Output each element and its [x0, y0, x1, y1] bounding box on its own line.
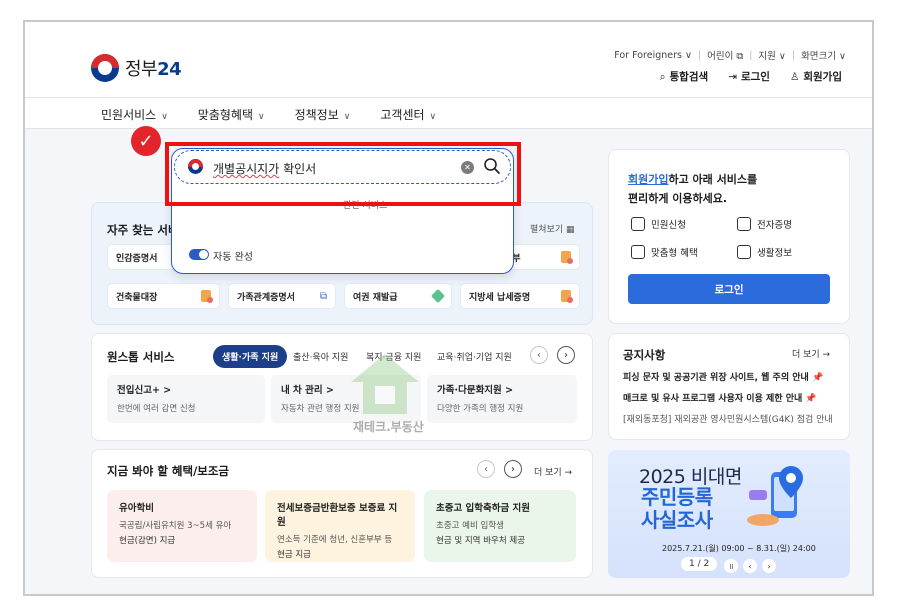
login-icon: ⇥ [728, 71, 737, 83]
notice-more-link[interactable]: 더 보기 → [792, 347, 830, 360]
login-button[interactable]: 로그인 [628, 274, 830, 304]
prev-arrow-icon[interactable]: ‹ [743, 559, 757, 573]
document-icon [561, 290, 573, 303]
benefit-kindergarten[interactable]: 유아학비 국공립/사립유치원 3~5세 유아 현금(감면) 지급 [107, 490, 257, 562]
util-foreigners[interactable]: For Foreigners ∨ [614, 50, 692, 61]
quick-e-certificate[interactable]: 전자증명 [737, 217, 792, 231]
document-icon [561, 251, 573, 264]
tab-education-jobs[interactable]: 교육·취업·기업 지원 [437, 350, 512, 363]
tab-life-family[interactable]: 생활·가족 지원 [213, 345, 288, 368]
notice-item[interactable]: [재외동포청] 재외공관 영사민원시스템(G4K) 점검 안내 [623, 412, 833, 425]
favorites-title: 자주 찾는 서비 [107, 223, 179, 237]
autocomplete-toggle[interactable] [189, 249, 209, 260]
service-family-multicultural[interactable]: 가족·다문화지원 > 다양한 가족의 행정 지원 [427, 375, 577, 423]
gift-icon [631, 245, 645, 259]
util-support[interactable]: 지원 ∨ [758, 48, 785, 62]
certificate-icon [737, 217, 751, 231]
envelope-icon [631, 217, 645, 231]
top-nav: ⌕ 통합검색 ⇥ 로그인 ♙ 회원가입 [660, 69, 842, 84]
check-icon: ✓ [131, 126, 161, 156]
chip-local-tax-certificate[interactable]: 지방세 납세증명 [460, 283, 580, 309]
service-move-in[interactable]: 전입신고+ > 한번에 여러 감면 신청 [107, 375, 265, 423]
nav-policy-info[interactable]: 정책정보 ∨ [295, 106, 351, 123]
nav-customer-center[interactable]: 고객센터 ∨ [380, 106, 436, 123]
quick-life-info[interactable]: 생활정보 [737, 245, 792, 259]
integrated-search-link[interactable]: ⌕ 통합검색 [660, 69, 709, 84]
benefits-title: 지금 봐야 할 혜택/보조금 [107, 464, 230, 478]
onestop-title: 원스톱 서비스 [107, 350, 175, 364]
banner-pager: 1 / 2 [681, 557, 718, 571]
divider [25, 97, 872, 98]
chip-building-register[interactable]: 건축물대장 [107, 283, 220, 309]
nav-custom-benefits[interactable]: 맞춤형혜택 ∨ [198, 106, 265, 123]
user-icon: ♙ [789, 71, 800, 83]
next-arrow-icon[interactable]: › [557, 346, 575, 364]
nav-civil-service[interactable]: 민원서비스 ∨ [101, 106, 168, 123]
expand-button[interactable]: 펼쳐보기 ▦ [530, 222, 575, 235]
chip-family-certificate[interactable]: 가족관계증명서 ⧉ [228, 283, 336, 309]
account-message: 회원가입하고 아래 서비스를 편리하게 이용하세요. [628, 173, 758, 205]
util-font-size[interactable]: 화면크기 ∨ [801, 48, 846, 62]
watermark-house-icon [351, 354, 419, 414]
external-link-icon: ⧉ [319, 290, 327, 302]
bookmark-icon [737, 245, 751, 259]
signup-link[interactable]: ♙ 회원가입 [790, 69, 842, 84]
util-kids[interactable]: 어린이 ⧉ [707, 48, 743, 62]
chevron-down-icon: ∨ [258, 112, 265, 122]
watermark-text: 재테크.부동산 [353, 420, 424, 434]
banner-date: 2025.7.21.(월) 09:00 ~ 8.31.(일) 24:00 [662, 544, 816, 553]
pause-icon[interactable]: ॥ [724, 559, 738, 573]
quick-custom-benefit[interactable]: 맞춤형 혜택 [631, 245, 698, 259]
notice-item[interactable]: 피싱 문자 및 공공기관 위장 사이트, 웹 주의 안내 📌 [623, 370, 823, 383]
next-arrow-icon[interactable]: › [504, 460, 522, 478]
benefit-deposit-guarantee[interactable]: 전세보증금반환보증 보증료 지원 연소득 기준에 청년, 신혼부부 등 현금 지급 [265, 490, 415, 562]
login-link[interactable]: ⇥ 로그인 [728, 69, 770, 84]
phone-location-illustration [747, 466, 803, 526]
browser-frame: 정부24 For Foreigners ∨ | 어린이 ⧉ | 지원 ∨ | 화면크기… [23, 20, 874, 596]
chevron-down-icon: ∨ [429, 112, 437, 122]
prev-arrow-icon[interactable]: ‹ [477, 460, 495, 478]
banner-line2: 주민등록 [641, 485, 713, 509]
pencil-icon [430, 288, 446, 304]
next-arrow-icon[interactable]: › [762, 559, 776, 573]
benefits-more-link[interactable]: 더 보기 → [534, 465, 572, 478]
pin-icon: 📌 [811, 373, 824, 383]
chip-passport-reissue[interactable]: 여권 재발급 [344, 283, 452, 309]
taegeuk-logo-icon [91, 54, 119, 82]
search-icon: ⌕ [659, 71, 666, 83]
gov24-logo[interactable]: 정부24 [91, 54, 182, 82]
chevron-down-icon: ∨ [161, 112, 168, 122]
autocomplete-label: 자동 완성 [213, 252, 253, 263]
utility-links: For Foreigners ∨ | 어린이 ⧉ | 지원 ∨ | 화면크기 ∨ [614, 48, 846, 63]
tab-childcare[interactable]: 출산·육아 지원 [293, 350, 348, 363]
quick-civil-apply[interactable]: 민원신청 [631, 217, 686, 231]
document-icon [201, 290, 213, 303]
logo-text: 정부24 [125, 59, 182, 80]
banner-line3: 사실조사 [641, 508, 713, 532]
benefit-school-entry[interactable]: 초중고 입학축하금 지원 초중고 예비 입학생 현금 및 지역 바우처 제공 [424, 490, 576, 562]
highlight-box [165, 142, 521, 206]
notice-item[interactable]: 매크로 및 유사 프로그램 사용자 이용 제한 안내 📌 [623, 391, 817, 404]
main-nav: 민원서비스 ∨ 맞춤형혜택 ∨ 정책정보 ∨ 고객센터 ∨ [101, 106, 436, 123]
chevron-down-icon: ∨ [343, 112, 351, 122]
pin-icon: 📌 [805, 394, 817, 404]
signup-inline-link[interactable]: 회원가입 [628, 173, 668, 186]
prev-arrow-icon[interactable]: ‹ [530, 346, 548, 364]
notice-title: 공지사항 [623, 348, 666, 362]
